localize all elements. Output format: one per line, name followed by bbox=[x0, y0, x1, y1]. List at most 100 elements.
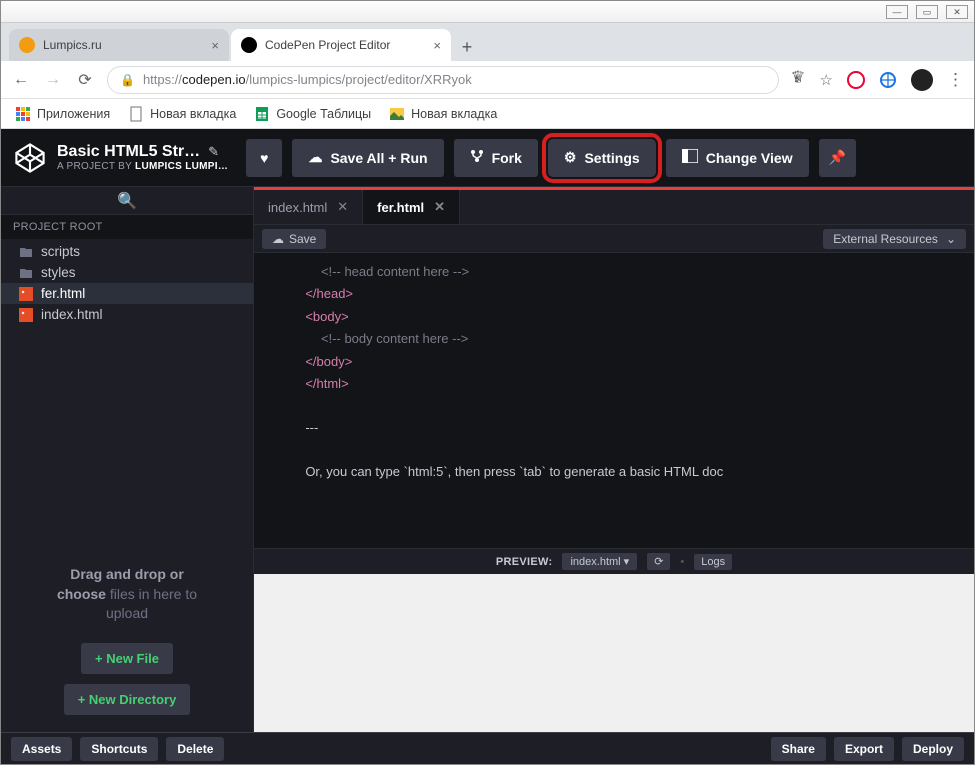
html-file-icon bbox=[19, 308, 33, 322]
folder-node[interactable]: styles bbox=[1, 262, 253, 283]
assets-button[interactable]: Assets bbox=[11, 737, 72, 761]
code-editor[interactable]: <!-- head content here --> </head> <body… bbox=[254, 253, 974, 548]
folder-icon bbox=[19, 266, 33, 280]
new-tab-button[interactable]: + bbox=[453, 33, 481, 61]
new-file-button[interactable]: + New File bbox=[81, 643, 173, 674]
translate-icon[interactable]: 🨁 bbox=[791, 67, 806, 92]
browser-tab-title: CodePen Project Editor bbox=[265, 38, 390, 52]
edit-icon[interactable]: ✎ bbox=[208, 144, 219, 160]
file-tab[interactable]: index.html ✕ bbox=[254, 190, 363, 224]
favicon-icon bbox=[241, 37, 257, 53]
settings-button[interactable]: ⚙Settings bbox=[548, 139, 656, 177]
delete-button[interactable]: Delete bbox=[166, 737, 224, 761]
chevron-down-icon: ⌄ bbox=[946, 232, 956, 246]
preview-label: PREVIEW: bbox=[496, 556, 553, 568]
close-icon[interactable]: × bbox=[433, 38, 441, 53]
like-button[interactable]: ♥ bbox=[246, 139, 282, 177]
pin-button[interactable]: 📌 bbox=[819, 139, 856, 177]
star-icon[interactable]: ☆ bbox=[820, 71, 833, 89]
bookmark-item[interactable]: Google Таблицы bbox=[254, 106, 371, 122]
picture-icon bbox=[389, 106, 405, 122]
url-text: https://codepen.io/lumpics-lumpics/proje… bbox=[143, 72, 472, 87]
project-title: Basic HTML5 Str… bbox=[57, 142, 200, 161]
node-label: index.html bbox=[41, 307, 103, 322]
file-node[interactable]: fer.html bbox=[1, 283, 253, 304]
fork-button[interactable]: Fork bbox=[454, 139, 538, 177]
codepen-app: Basic HTML5 Str… ✎ A PROJECT BY Lumpics … bbox=[1, 129, 974, 764]
node-label: scripts bbox=[41, 244, 80, 259]
save-button[interactable]: ☁Save bbox=[262, 229, 326, 249]
cloud-icon: ☁ bbox=[308, 149, 322, 166]
file-tree: scripts styles fer.html index.html bbox=[1, 239, 253, 327]
logs-button[interactable]: Logs bbox=[694, 554, 732, 570]
refresh-preview-button[interactable]: ⟳ bbox=[647, 553, 670, 570]
file-tab[interactable]: fer.html ✕ bbox=[363, 190, 460, 224]
reload-button[interactable]: ⟳ bbox=[75, 70, 95, 90]
globe-icon[interactable] bbox=[879, 71, 897, 89]
address-bar[interactable]: 🔒 https://codepen.io/lumpics-lumpics/pro… bbox=[107, 66, 779, 94]
close-icon[interactable]: × bbox=[211, 38, 219, 53]
bookmark-apps[interactable]: Приложения bbox=[15, 106, 110, 122]
project-author: A PROJECT BY Lumpics Lumpi… bbox=[57, 161, 228, 173]
bookmark-label: Приложения bbox=[37, 107, 110, 121]
deploy-button[interactable]: Deploy bbox=[902, 737, 964, 761]
forward-button[interactable]: → bbox=[43, 70, 63, 90]
preview-pane bbox=[254, 574, 974, 732]
apps-icon bbox=[15, 106, 31, 122]
window-titlebar: — ▭ ✕ bbox=[1, 1, 974, 23]
html-file-icon bbox=[19, 287, 33, 301]
export-button[interactable]: Export bbox=[834, 737, 894, 761]
external-resources-button[interactable]: External Resources⌄ bbox=[823, 229, 966, 249]
share-button[interactable]: Share bbox=[771, 737, 826, 761]
window-maximize-button[interactable]: ▭ bbox=[916, 5, 938, 19]
file-sidebar: 🔍 PROJECT ROOT scripts styles fer.html i… bbox=[1, 187, 254, 732]
node-label: fer.html bbox=[41, 286, 85, 301]
node-label: styles bbox=[41, 265, 76, 280]
drop-zone[interactable]: Drag and drop or choose files in here to… bbox=[1, 549, 253, 732]
shortcuts-button[interactable]: Shortcuts bbox=[80, 737, 158, 761]
window-close-button[interactable]: ✕ bbox=[946, 5, 968, 19]
folder-node[interactable]: scripts bbox=[1, 241, 253, 262]
bookmark-item[interactable]: Новая вкладка bbox=[389, 106, 497, 122]
favicon-icon bbox=[19, 37, 35, 53]
new-directory-button[interactable]: + New Directory bbox=[64, 684, 191, 715]
preview-file-select[interactable]: index.html ▾ bbox=[562, 553, 637, 570]
sidebar-search[interactable]: 🔍 bbox=[1, 187, 253, 215]
change-view-button[interactable]: Change View bbox=[666, 139, 809, 177]
browser-tab[interactable]: Lumpics.ru × bbox=[9, 29, 229, 61]
close-icon[interactable]: ✕ bbox=[337, 199, 348, 215]
bookmark-label: Google Таблицы bbox=[276, 107, 371, 121]
editor-column: index.html ✕ fer.html ✕ ☁Save External Res… bbox=[254, 187, 974, 732]
browser-tab[interactable]: CodePen Project Editor × bbox=[231, 29, 451, 61]
project-title-block: Basic HTML5 Str… ✎ A PROJECT BY Lumpics … bbox=[57, 142, 228, 173]
preview-toolbar: PREVIEW: index.html ▾ ⟳ • Logs bbox=[254, 548, 974, 574]
app-footer: Assets Shortcuts Delete Share Export Dep… bbox=[1, 732, 974, 764]
close-icon[interactable]: ✕ bbox=[434, 199, 445, 215]
codepen-logo-icon bbox=[13, 141, 47, 175]
menu-icon[interactable]: ⋮ bbox=[947, 70, 964, 90]
heart-icon: ♥ bbox=[260, 150, 268, 166]
browser-tab-title: Lumpics.ru bbox=[43, 38, 102, 52]
back-button[interactable]: ← bbox=[11, 70, 31, 90]
fork-icon bbox=[470, 149, 484, 166]
bookmark-item[interactable]: Новая вкладка bbox=[128, 106, 236, 122]
pin-icon: 📌 bbox=[829, 149, 846, 166]
opera-icon[interactable] bbox=[847, 71, 865, 89]
profile-avatar[interactable] bbox=[911, 69, 933, 91]
browser-tab-strip: Lumpics.ru × CodePen Project Editor × + bbox=[1, 23, 974, 61]
search-icon: 🔍 bbox=[117, 191, 137, 211]
cloud-icon: ☁ bbox=[272, 232, 284, 246]
bookmark-label: Новая вкладка bbox=[150, 107, 236, 121]
app-header: Basic HTML5 Str… ✎ A PROJECT BY Lumpics … bbox=[1, 129, 974, 187]
file-tab-label: index.html bbox=[268, 200, 327, 215]
sheets-icon bbox=[254, 106, 270, 122]
layout-icon bbox=[682, 149, 698, 166]
file-tabs: index.html ✕ fer.html ✕ bbox=[254, 187, 974, 225]
app-body: 🔍 PROJECT ROOT scripts styles fer.html i… bbox=[1, 187, 974, 732]
save-run-button[interactable]: ☁Save All + Run bbox=[292, 139, 443, 177]
file-node[interactable]: index.html bbox=[1, 304, 253, 325]
file-tab-label: fer.html bbox=[377, 200, 424, 215]
window-minimize-button[interactable]: — bbox=[886, 5, 908, 19]
toolbar-right: 🨁 ☆ ⋮ bbox=[791, 67, 964, 92]
folder-icon bbox=[19, 245, 33, 259]
